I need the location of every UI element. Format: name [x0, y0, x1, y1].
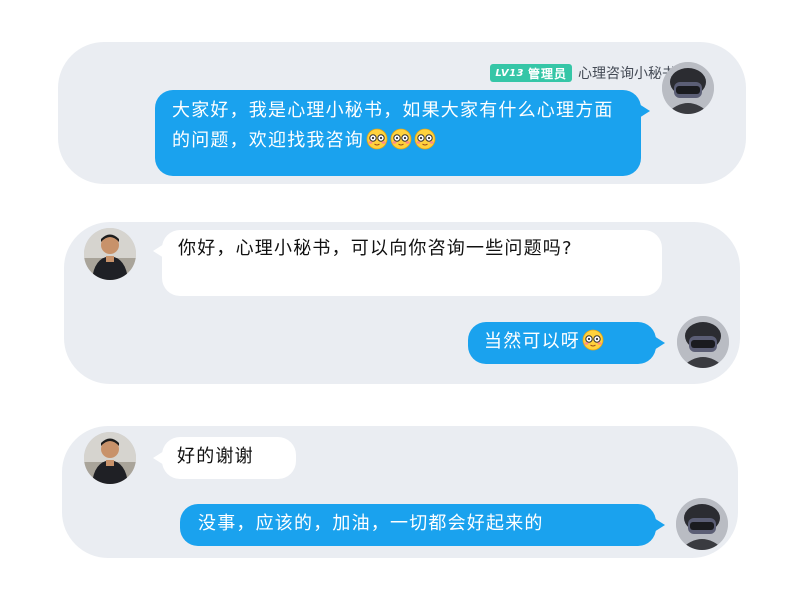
- blushing-face-icon: [582, 329, 604, 351]
- message-text: 当然可以呀: [484, 331, 580, 352]
- avatar-self-image: [676, 498, 728, 550]
- avatar-self-image: [677, 316, 729, 368]
- avatar-other[interactable]: [84, 228, 136, 280]
- sender-name[interactable]: 心理咨询小秘书: [578, 63, 676, 83]
- avatar-self[interactable]: [676, 498, 728, 550]
- level-badge: LV13 管理员: [490, 64, 572, 82]
- blushing-face-icon: [414, 128, 436, 150]
- avatar-other-image: [84, 432, 136, 484]
- blushing-face-icon: [390, 128, 412, 150]
- message-text: 没事，应该的，加油，一切都会好起来的: [198, 513, 544, 534]
- avatar-other-image: [84, 228, 136, 280]
- message-bubble-own[interactable]: 当然可以呀: [468, 322, 665, 364]
- message-bubble-other[interactable]: 好的谢谢: [153, 437, 296, 479]
- message-text: 你好，心理小秘书，可以向你咨询一些问题吗?: [178, 238, 573, 259]
- avatar-self[interactable]: [662, 62, 714, 114]
- message-text: 好的谢谢: [177, 446, 254, 467]
- avatar-other[interactable]: [84, 432, 136, 484]
- level-label: LV13: [495, 67, 524, 79]
- avatar-self-image: [662, 62, 714, 114]
- avatar-self[interactable]: [677, 316, 729, 368]
- message-bubble-other[interactable]: 你好，心理小秘书，可以向你咨询一些问题吗?: [153, 230, 662, 296]
- sender-info: LV13 管理员 心理咨询小秘书: [490, 63, 676, 83]
- message-bubble-own[interactable]: 大家好，我是心理小秘书，如果大家有什么心理方面的问题，欢迎找我咨询: [155, 90, 650, 176]
- message-bubble-own[interactable]: 没事，应该的，加油，一切都会好起来的: [180, 504, 665, 546]
- role-label: 管理员: [527, 66, 567, 81]
- blushing-face-icon: [366, 128, 388, 150]
